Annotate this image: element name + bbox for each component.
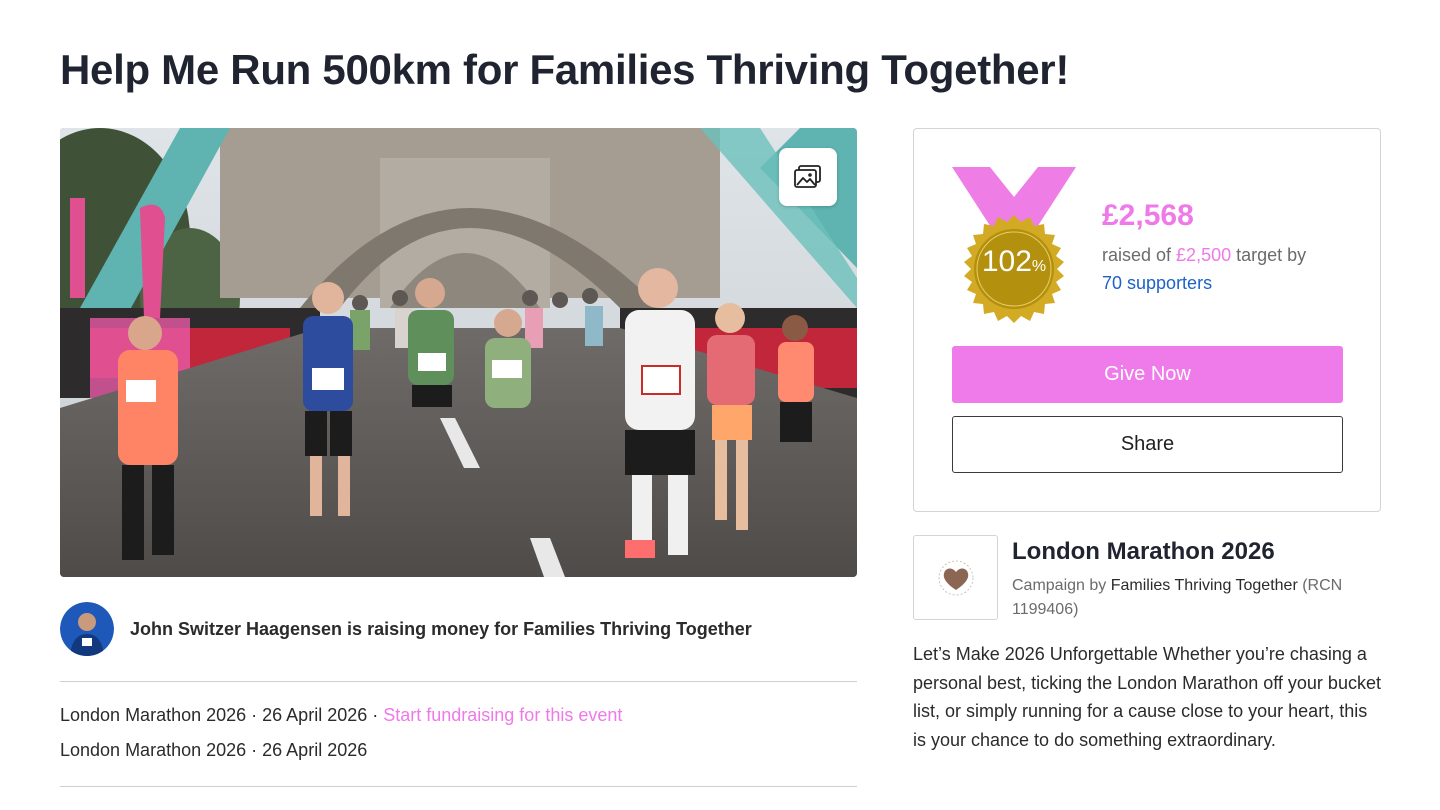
- avatar[interactable]: [60, 602, 114, 656]
- text-fade: [913, 752, 1383, 792]
- campaign-by: Campaign by Families Thriving Together (…: [1012, 577, 1343, 618]
- charity-logo[interactable]: [913, 535, 998, 620]
- fundraiser-info: John Switzer Haagensen is raising money …: [60, 602, 857, 656]
- page-title: Help Me Run 500km for Families Thriving …: [60, 46, 1070, 93]
- campaign-description: Let’s Make 2026 Unforgettable Whether yo…: [913, 644, 1381, 750]
- hero-image[interactable]: [60, 128, 857, 577]
- amount-raised: £2,568: [1102, 199, 1194, 232]
- heart-logo-icon: [938, 560, 973, 595]
- start-fundraising-link[interactable]: Start fundraising for this event: [383, 705, 622, 725]
- campaign-title: London Marathon 2026: [1012, 538, 1275, 565]
- event-info: London Marathon 2026 · 26 April 2026 ·: [60, 705, 384, 725]
- marathon-photo: [60, 128, 857, 577]
- share-button[interactable]: Share: [952, 416, 1343, 473]
- event-info: London Marathon 2026 · 26 April 2026: [60, 740, 368, 760]
- raised-summary: raised of £2,500 target by 70 supporters: [1102, 245, 1307, 293]
- divider: [60, 786, 857, 787]
- image-gallery-icon: [794, 165, 821, 188]
- donation-card: 102% £2,568 raised of £2,500 target by 7…: [913, 128, 1381, 512]
- divider: [60, 681, 857, 682]
- progress-percent: 102%: [981, 245, 1047, 278]
- give-now-button[interactable]: Give Now: [952, 346, 1343, 403]
- progress-medal: 102%: [952, 167, 1076, 325]
- event-line: London Marathon 2026 · 26 April 2026: [60, 740, 367, 761]
- image-gallery-button[interactable]: [779, 148, 837, 206]
- fundraiser-text: John Switzer Haagensen is raising money …: [130, 618, 752, 639]
- organisation-link[interactable]: Families Thriving Together: [1111, 577, 1298, 594]
- target-amount: £2,500: [1176, 245, 1232, 265]
- supporters-link[interactable]: 70 supporters: [1102, 273, 1212, 293]
- event-line: London Marathon 2026 · 26 April 2026 · S…: [60, 705, 622, 726]
